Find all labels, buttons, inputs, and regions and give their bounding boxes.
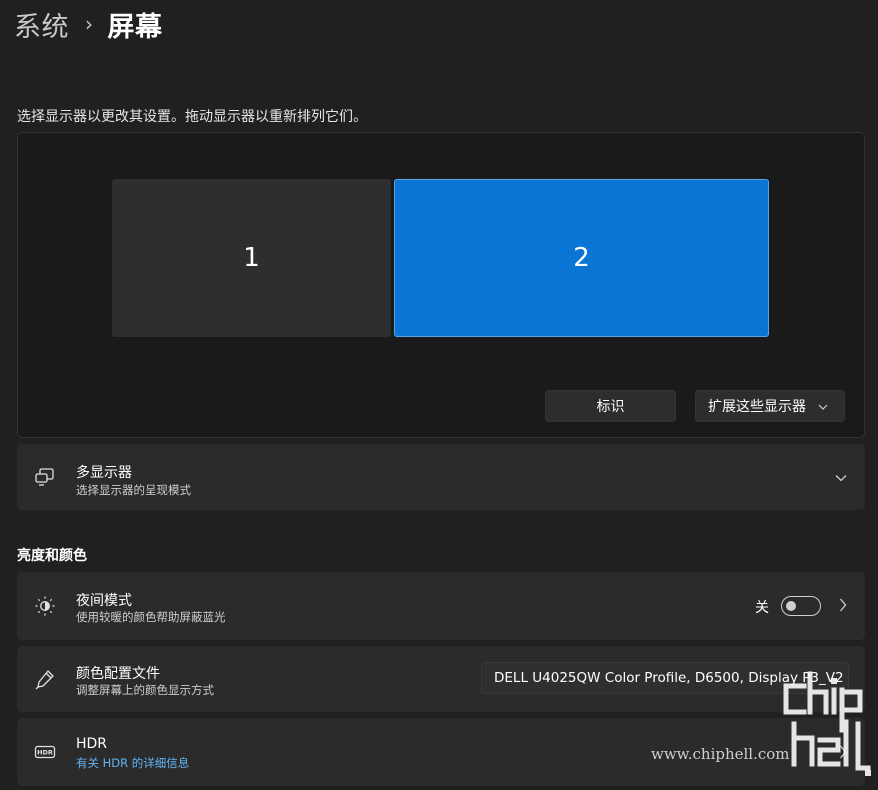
display-arrangement-panel: 1 2 标识 扩展这些显示器 <box>17 132 865 438</box>
night-light-icon <box>34 595 56 617</box>
color-profile-title: 颜色配置文件 <box>76 666 160 682</box>
hdr-details-link[interactable]: 有关 HDR 的详细信息 <box>76 755 189 771</box>
extend-mode-label: 扩展这些显示器 <box>708 399 806 415</box>
breadcrumb: 系统 › 屏幕 <box>14 4 163 44</box>
chevron-down-icon <box>835 467 847 486</box>
breadcrumb-parent-link[interactable]: 系统 <box>14 5 69 44</box>
page-title: 屏幕 <box>107 11 163 43</box>
chevron-down-icon <box>818 400 828 413</box>
hdr-icon: HDR <box>34 741 56 763</box>
monitor-1[interactable]: 1 <box>112 179 391 337</box>
watermark-text: www.chiphell.com <box>651 745 790 763</box>
watermark-logo <box>779 668 875 780</box>
toggle-knob <box>786 601 796 611</box>
multi-display-subtitle: 选择显示器的呈现模式 <box>76 483 191 497</box>
breadcrumb-separator-icon: › <box>85 12 94 36</box>
identify-button[interactable]: 标识 <box>545 390 676 422</box>
night-light-subtitle: 使用较暖的颜色帮助屏蔽蓝光 <box>76 610 226 624</box>
section-brightness-color-title: 亮度和颜色 <box>17 548 87 564</box>
night-light-card[interactable]: 夜间模式 使用较暖的颜色帮助屏蔽蓝光 关 <box>17 572 865 640</box>
night-light-toggle[interactable] <box>781 596 821 616</box>
chevron-right-icon <box>839 597 847 616</box>
multi-display-card[interactable]: 多显示器 选择显示器的呈现模式 <box>17 444 865 510</box>
multiple-displays-icon <box>34 466 56 488</box>
monitor-2-selected[interactable]: 2 <box>394 179 769 337</box>
multi-display-title: 多显示器 <box>76 465 132 481</box>
pen-icon <box>34 668 56 690</box>
svg-text:HDR: HDR <box>37 749 53 757</box>
hdr-title: HDR <box>76 736 108 752</box>
night-light-title: 夜间模式 <box>76 593 132 609</box>
arrange-instruction: 选择显示器以更改其设置。拖动显示器以重新排列它们。 <box>17 109 367 125</box>
night-light-state-label: 关 <box>755 600 769 616</box>
color-profile-card: 颜色配置文件 调整屏幕上的颜色显示方式 DELL U4025QW Color P… <box>17 646 865 712</box>
color-profile-subtitle: 调整屏幕上的颜色显示方式 <box>76 683 214 697</box>
extend-mode-dropdown[interactable]: 扩展这些显示器 <box>695 390 845 422</box>
